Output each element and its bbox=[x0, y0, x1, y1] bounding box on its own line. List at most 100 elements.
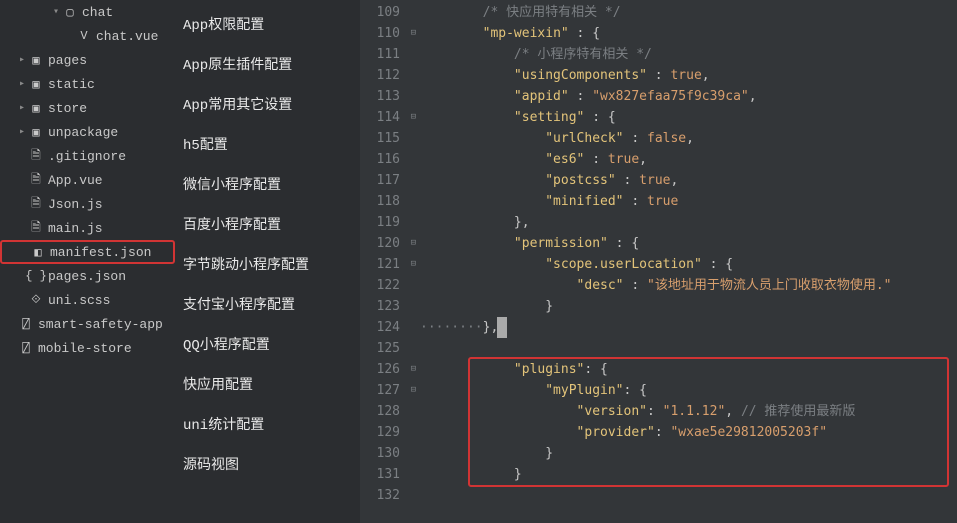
explorer-item-chat[interactable]: ▾▢chat bbox=[0, 0, 175, 24]
settings-item-9[interactable]: 快应用配置 bbox=[175, 364, 360, 404]
settings-item-3[interactable]: h5配置 bbox=[175, 124, 360, 164]
explorer-item-app-vue[interactable]: 🗎 App.vue bbox=[0, 168, 175, 192]
code-line-128[interactable]: "version": "1.1.12", // 推荐使用最新版 bbox=[408, 401, 957, 422]
line-number: 110⊟ bbox=[360, 23, 408, 44]
settings-item-8[interactable]: QQ小程序配置 bbox=[175, 324, 360, 364]
explorer-item-label: store bbox=[48, 101, 87, 116]
code-editor[interactable]: 109110⊟111112113114⊟115116117118119120⊟1… bbox=[360, 0, 957, 523]
line-number: 132 bbox=[360, 485, 408, 506]
explorer-item-pages-json[interactable]: { } pages.json bbox=[0, 264, 175, 288]
explorer-item-uni-scss[interactable]: ⟐uni.scss bbox=[0, 288, 175, 312]
folder-icon: ▣ bbox=[28, 77, 44, 92]
explorer-item-label: main.js bbox=[48, 221, 103, 236]
code-line-122[interactable]: "desc" : "该地址用于物流人员上门收取衣物使用." bbox=[408, 275, 957, 296]
manifest-settings-panel: App权限配置App原生插件配置App常用其它设置h5配置微信小程序配置百度小程… bbox=[175, 0, 360, 523]
code-line-126[interactable]: "plugins": { bbox=[408, 359, 957, 380]
explorer-item-store[interactable]: ▸▣ store bbox=[0, 96, 175, 120]
code-line-118[interactable]: "minified" : true bbox=[408, 191, 957, 212]
project-icon: ⍁ bbox=[18, 317, 34, 332]
explorer-item-label: manifest.json bbox=[50, 245, 151, 260]
code-line-114[interactable]: "setting" : { bbox=[408, 107, 957, 128]
arrow-icon: ▾ bbox=[50, 6, 62, 18]
explorer-item-label: App.vue bbox=[48, 173, 103, 188]
line-number: 123 bbox=[360, 296, 408, 317]
line-number: 118 bbox=[360, 191, 408, 212]
line-number: 115 bbox=[360, 128, 408, 149]
explorer-item-unpackage[interactable]: ▸▣ unpackage bbox=[0, 120, 175, 144]
code-line-110[interactable]: "mp-weixin" : { bbox=[408, 23, 957, 44]
code-line-121[interactable]: "scope.userLocation" : { bbox=[408, 254, 957, 275]
settings-item-11[interactable]: 源码视图 bbox=[175, 444, 360, 484]
explorer-item-label: smart-safety-app bbox=[38, 317, 163, 332]
settings-item-0[interactable]: App权限配置 bbox=[175, 4, 360, 44]
code-line-130[interactable]: } bbox=[408, 443, 957, 464]
code-line-129[interactable]: "provider": "wxae5e29812005203f" bbox=[408, 422, 957, 443]
code-line-132[interactable] bbox=[408, 485, 957, 506]
folder-icon: ▣ bbox=[28, 125, 44, 140]
explorer-item-mobile-store[interactable]: ⍁ mobile-store bbox=[0, 336, 175, 360]
code-line-120[interactable]: "permission" : { bbox=[408, 233, 957, 254]
file-icon: 🗎 bbox=[28, 218, 44, 239]
explorer-item-smart-safety-app[interactable]: ⍁ smart-safety-app bbox=[0, 312, 175, 336]
folder-icon: ▣ bbox=[28, 101, 44, 116]
settings-item-4[interactable]: 微信小程序配置 bbox=[175, 164, 360, 204]
explorer-item-pages[interactable]: ▸▣pages bbox=[0, 48, 175, 72]
explorer-item-label: unpackage bbox=[48, 125, 118, 140]
code-line-113[interactable]: "appid" : "wx827efaa75f9c39ca", bbox=[408, 86, 957, 107]
line-number: 126⊟ bbox=[360, 359, 408, 380]
line-number: 122 bbox=[360, 275, 408, 296]
settings-item-5[interactable]: 百度小程序配置 bbox=[175, 204, 360, 244]
line-number: 124 bbox=[360, 317, 408, 338]
settings-item-7[interactable]: 支付宝小程序配置 bbox=[175, 284, 360, 324]
file-icon: 🗎 bbox=[28, 146, 44, 167]
braces-icon: { } bbox=[28, 269, 44, 283]
settings-item-2[interactable]: App常用其它设置 bbox=[175, 84, 360, 124]
explorer-item-static[interactable]: ▸▣static bbox=[0, 72, 175, 96]
explorer-item-label: pages.json bbox=[48, 269, 126, 284]
line-number: 117 bbox=[360, 170, 408, 191]
explorer-item-label: chat bbox=[82, 5, 113, 20]
line-number: 111 bbox=[360, 44, 408, 65]
line-number: 130 bbox=[360, 443, 408, 464]
code-line-131[interactable]: } bbox=[408, 464, 957, 485]
arrow-icon: ▸ bbox=[16, 54, 28, 66]
code-area[interactable]: /* 快应用特有相关 */ "mp-weixin" : { /* 小程序特有相关… bbox=[408, 0, 957, 523]
explorer-item-label: static bbox=[48, 77, 95, 92]
code-line-117[interactable]: "postcss" : true, bbox=[408, 170, 957, 191]
line-number: 112 bbox=[360, 65, 408, 86]
explorer-item-main-js[interactable]: 🗎 main.js bbox=[0, 216, 175, 240]
explorer-item-chat-vue[interactable]: Vchat.vue bbox=[0, 24, 175, 48]
line-number: 119 bbox=[360, 212, 408, 233]
line-number: 125 bbox=[360, 338, 408, 359]
code-line-112[interactable]: "usingComponents" : true, bbox=[408, 65, 957, 86]
code-line-127[interactable]: "myPlugin": { bbox=[408, 380, 957, 401]
settings-item-10[interactable]: uni统计配置 bbox=[175, 404, 360, 444]
line-number: 131 bbox=[360, 464, 408, 485]
explorer-item-manifest-json[interactable]: ◧ manifest.json bbox=[0, 240, 175, 264]
explorer-item--gitignore[interactable]: 🗎.gitignore bbox=[0, 144, 175, 168]
code-line-115[interactable]: "urlCheck" : false, bbox=[408, 128, 957, 149]
settings-item-6[interactable]: 字节跳动小程序配置 bbox=[175, 244, 360, 284]
folder-icon: ▣ bbox=[28, 53, 44, 68]
code-line-123[interactable]: } bbox=[408, 296, 957, 317]
code-line-116[interactable]: "es6" : true, bbox=[408, 149, 957, 170]
file-icon: 🗎 bbox=[28, 170, 44, 191]
code-line-119[interactable]: }, bbox=[408, 212, 957, 233]
manifest-icon: ◧ bbox=[30, 245, 46, 260]
line-number-gutter: 109110⊟111112113114⊟115116117118119120⊟1… bbox=[360, 0, 408, 523]
arrow-icon: ▸ bbox=[16, 126, 28, 138]
project-icon: ⍁ bbox=[18, 341, 34, 356]
line-number: 114⊟ bbox=[360, 107, 408, 128]
code-line-111[interactable]: /* 小程序特有相关 */ bbox=[408, 44, 957, 65]
explorer-item-json-js[interactable]: 🗎Json.js bbox=[0, 192, 175, 216]
code-line-109[interactable]: /* 快应用特有相关 */ bbox=[408, 2, 957, 23]
settings-item-1[interactable]: App原生插件配置 bbox=[175, 44, 360, 84]
arrow-icon: ▸ bbox=[16, 102, 28, 114]
code-line-125[interactable] bbox=[408, 338, 957, 359]
code-line-124[interactable]: ········}, bbox=[408, 317, 957, 338]
file-explorer: ▾▢chatVchat.vue▸▣pages▸▣static▸▣store▸▣u… bbox=[0, 0, 175, 523]
explorer-item-label: chat.vue bbox=[96, 29, 158, 44]
line-number: 120⊟ bbox=[360, 233, 408, 254]
explorer-item-label: mobile-store bbox=[38, 341, 132, 356]
line-number: 116 bbox=[360, 149, 408, 170]
